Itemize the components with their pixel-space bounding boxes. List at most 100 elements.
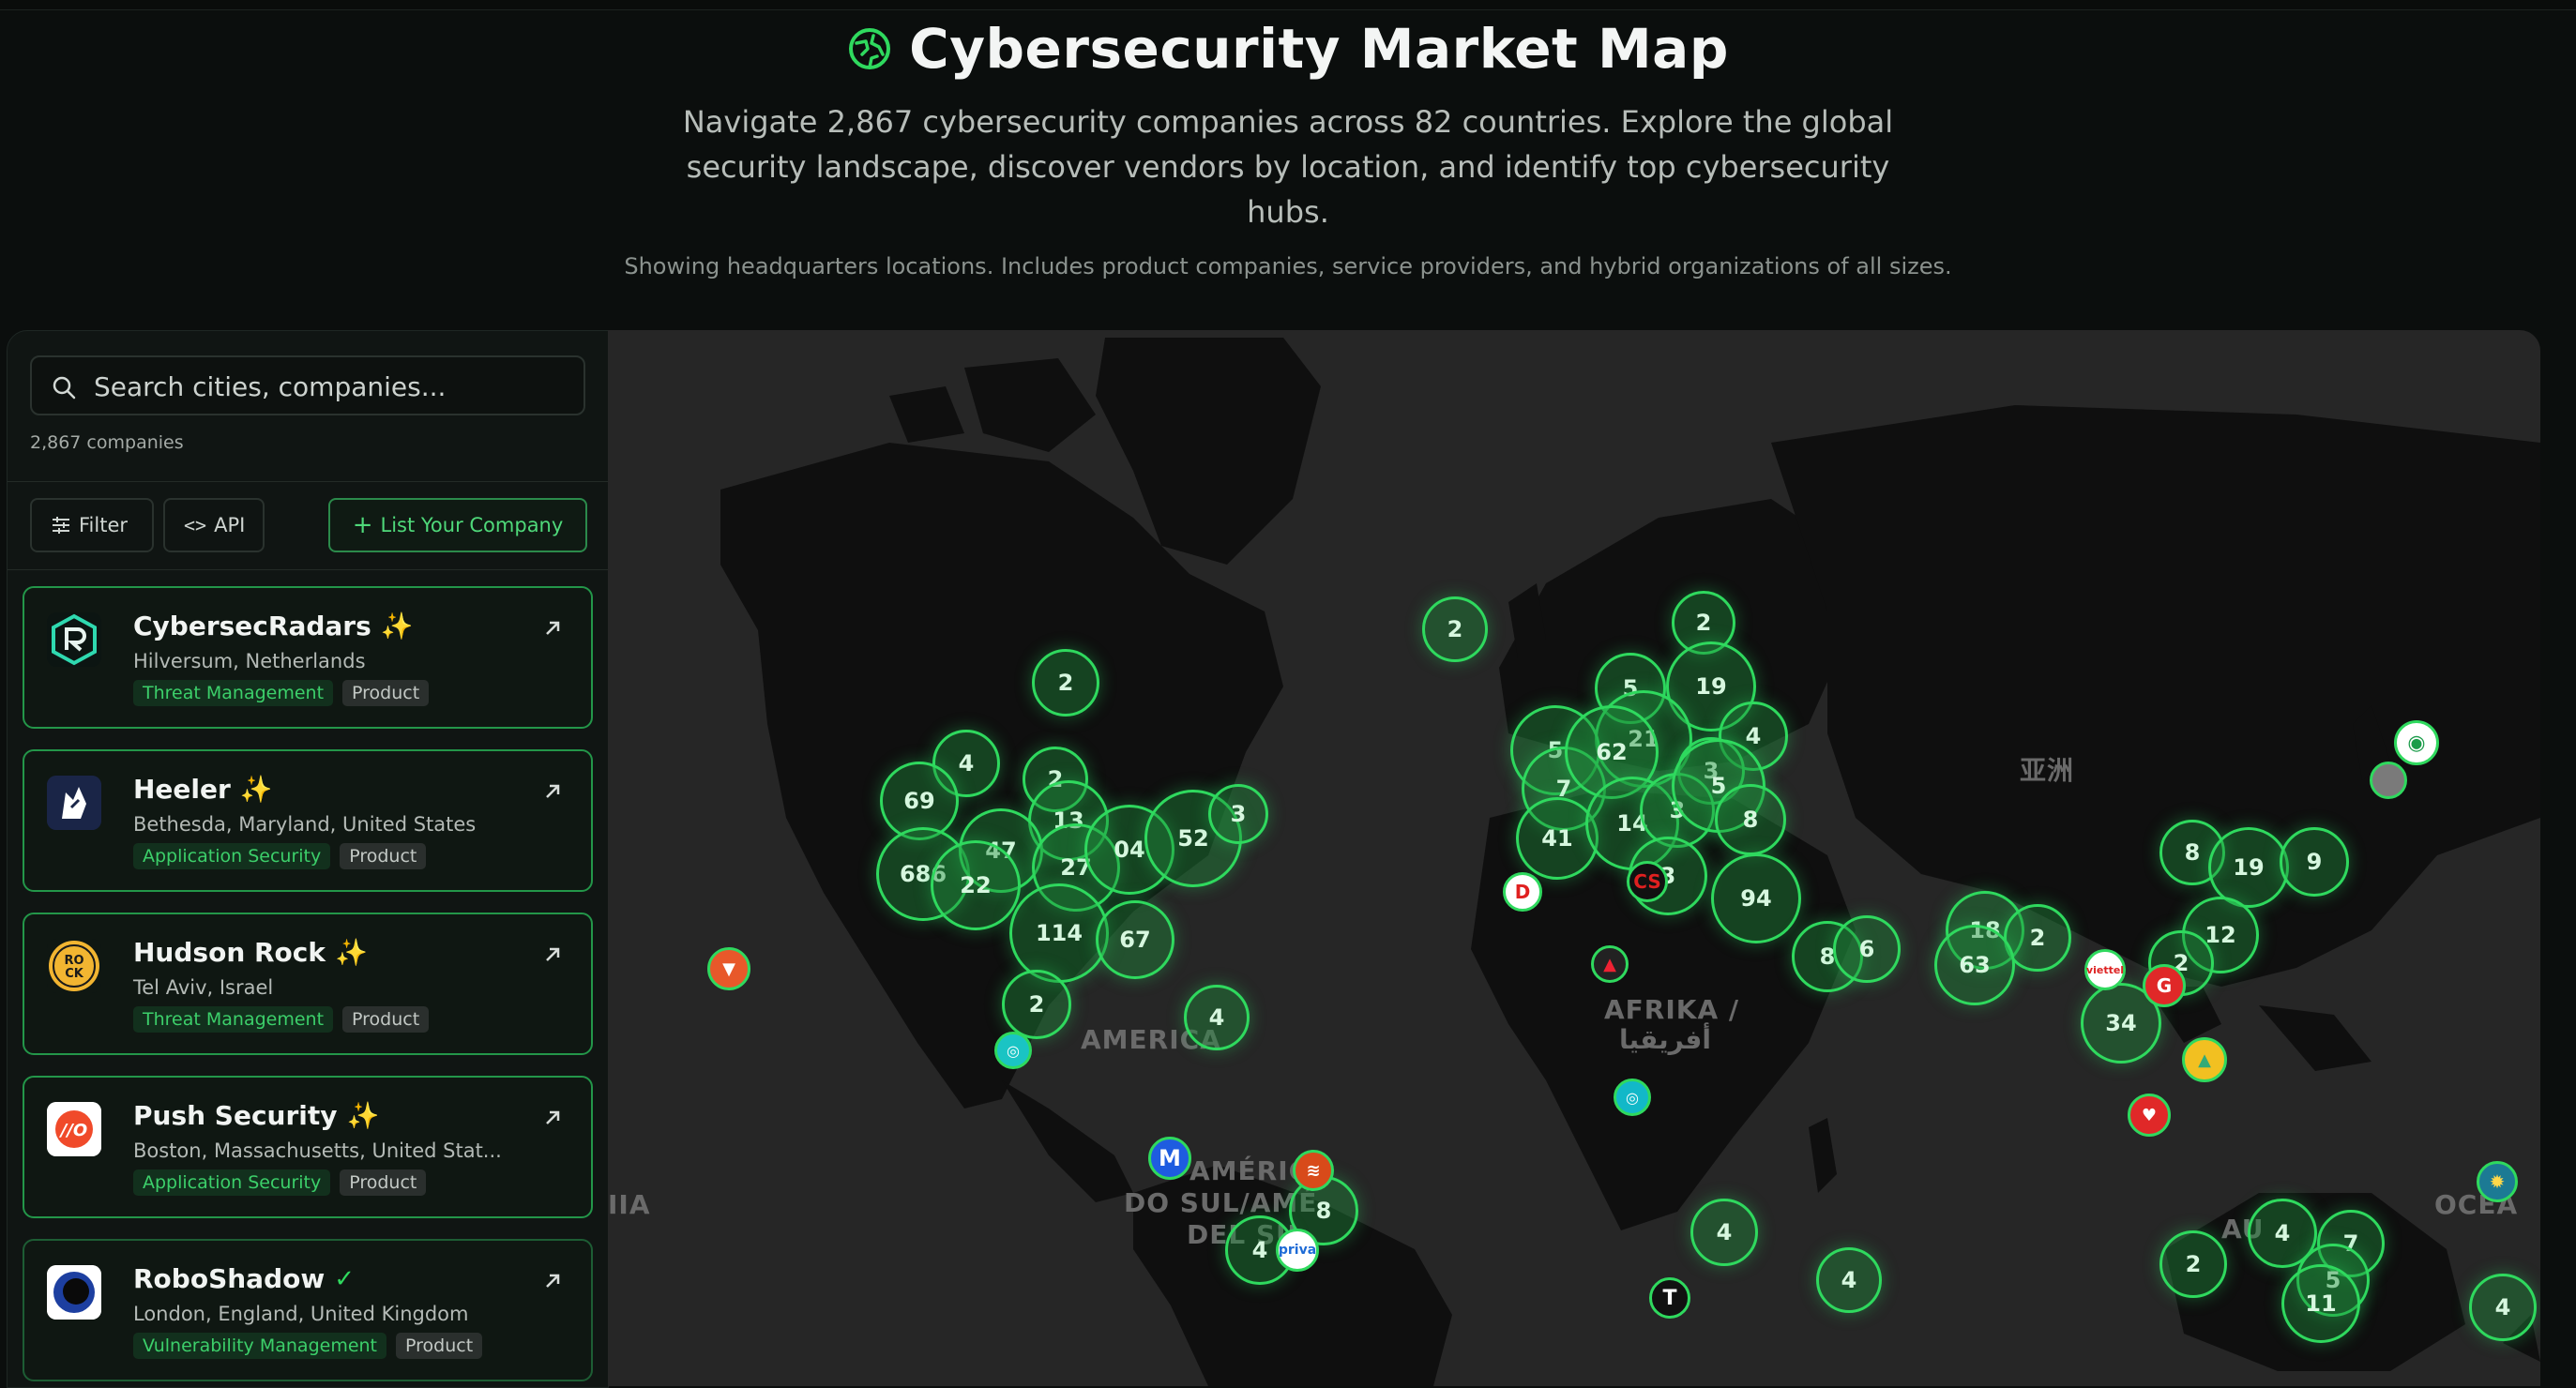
globe-shield-icon	[849, 28, 891, 69]
company-name: Push Security	[133, 1100, 338, 1131]
map-cluster[interactable]: 4	[2469, 1274, 2537, 1341]
sliders-icon	[53, 517, 69, 534]
sparkle-icon: ✨	[335, 937, 368, 968]
svg-text://O: //O	[59, 1121, 87, 1140]
map-cluster[interactable]: 11	[2281, 1264, 2360, 1343]
company-card-hudson-rock[interactable]: RO CK Hudson Rock ✨ Tel Aviv, Israel Thre…	[23, 913, 593, 1055]
heeler-logo	[47, 776, 101, 830]
company-pin-viettel[interactable]: viettel	[2084, 949, 2126, 990]
company-card-heeler[interactable]: Heeler ✨ Bethesda, Maryland, United State…	[23, 749, 593, 892]
company-location: Boston, Massachusetts, United Stat...	[133, 1139, 502, 1162]
search-input[interactable]	[92, 357, 574, 415]
world-map[interactable]: 亚洲 AFRIKA / أفريقيا AMÉRICA DO SUL/AMÉ D…	[608, 330, 2540, 1386]
company-pin-red-heart[interactable]: ♥	[2128, 1094, 2171, 1137]
company-pin-priva[interactable]: priva	[1276, 1229, 1319, 1272]
divider	[8, 481, 608, 482]
sparkle-icon: ✨	[380, 611, 414, 641]
api-button[interactable]: <> API	[163, 498, 265, 552]
company-pin-orange[interactable]: ≋	[1293, 1150, 1334, 1191]
company-pin-g-shield[interactable]: G	[2143, 964, 2186, 1007]
map-cluster[interactable]: 4	[1816, 1247, 1882, 1313]
external-link-icon[interactable]	[542, 618, 563, 639]
label-africa-2: أفريقيا	[1619, 1024, 1711, 1055]
company-pin-m[interactable]: M	[1148, 1137, 1191, 1180]
company-pin-eye[interactable]: ◉	[2394, 720, 2439, 765]
list-company-label: List Your Company	[380, 514, 564, 536]
external-link-icon[interactable]	[542, 1271, 563, 1291]
page-subtitle: Navigate 2,867 cybersecurity companies a…	[682, 104, 1894, 230]
company-tags: Application Security Product	[133, 1169, 427, 1196]
external-link-icon[interactable]	[542, 944, 563, 965]
verified-icon: ✓	[334, 1264, 356, 1293]
map-cluster[interactable]: 2	[1422, 596, 1488, 662]
company-pin-cyan[interactable]: ◎	[1614, 1079, 1651, 1116]
sparkle-icon: ✨	[239, 774, 273, 805]
company-location: Hilversum, Netherlands	[133, 650, 366, 672]
company-pin-grey[interactable]	[2370, 762, 2407, 799]
svg-text:CK: CK	[65, 967, 84, 981]
top-bar	[0, 0, 2576, 10]
company-pin-cs[interactable]: CS	[1627, 861, 1668, 902]
company-tags: Application Security Product	[133, 843, 427, 869]
category-tag: Threat Management	[133, 680, 334, 706]
external-link-icon[interactable]	[542, 781, 563, 802]
company-name-row: Heeler ✨	[133, 774, 273, 805]
company-card-roboshadow[interactable]: RoboShadow ✓ London, England, United King…	[23, 1239, 593, 1381]
external-link-icon[interactable]	[542, 1108, 563, 1128]
filter-button[interactable]: Filter	[30, 498, 154, 552]
company-location: Bethesda, Maryland, United States	[133, 813, 477, 836]
company-card-cybersecradars[interactable]: CybersecRadars ✨ Hilversum, Netherlands T…	[23, 586, 593, 729]
map-cluster[interactable]: 9	[2280, 827, 2349, 897]
api-label: API	[214, 514, 246, 536]
search-icon	[53, 376, 76, 400]
company-pin-rocket[interactable]: ▲	[1591, 945, 1629, 983]
svg-text:RO: RO	[64, 954, 83, 968]
company-pin-yellow[interactable]: ▲	[2182, 1037, 2227, 1082]
divider	[8, 569, 608, 570]
company-pin-bulb[interactable]: ✹	[2477, 1161, 2518, 1202]
map-cluster[interactable]: 6	[1833, 915, 1901, 983]
hudson-rock-logo: RO CK	[47, 939, 101, 993]
category-tag: Vulnerability Management	[133, 1333, 387, 1359]
company-pin-t[interactable]: T	[1649, 1277, 1690, 1319]
map-cluster[interactable]: 2	[1002, 970, 1071, 1039]
category-tag: Threat Management	[133, 1006, 334, 1033]
company-card-push-security[interactable]: //O Push Security ✨ Boston, Massachusetts…	[23, 1076, 593, 1218]
company-name: Heeler	[133, 774, 231, 805]
map-cluster[interactable]: 3	[1208, 784, 1268, 844]
map-cluster[interactable]: 41	[1516, 797, 1599, 880]
map-cluster[interactable]: 2	[2159, 1230, 2227, 1298]
sparkle-icon: ✨	[346, 1100, 380, 1131]
map-cluster[interactable]: 4	[1690, 1199, 1758, 1266]
label-left-edge: IIA	[608, 1189, 651, 1220]
type-tag: Product	[340, 843, 427, 869]
list-company-button[interactable]: + List Your Company	[328, 498, 587, 552]
map-cluster[interactable]: 67	[1096, 900, 1174, 979]
page-header: Cybersecurity Market Map	[0, 17, 2576, 81]
company-pin-teal[interactable]: ◎	[994, 1032, 1032, 1069]
company-name-row: Hudson Rock ✨	[133, 937, 368, 968]
company-count: 2,867 companies	[30, 432, 184, 453]
company-name-row: RoboShadow ✓	[133, 1263, 355, 1294]
company-tags: Threat Management Product	[133, 1006, 430, 1033]
company-location: Tel Aviv, Israel	[133, 976, 274, 999]
map-cluster[interactable]: 63	[1934, 925, 2015, 1005]
map-cluster[interactable]: 94	[1711, 853, 1801, 943]
company-name: RoboShadow	[133, 1263, 326, 1294]
company-pin-d[interactable]: D	[1503, 872, 1542, 912]
filter-label: Filter	[79, 514, 129, 536]
map-cluster[interactable]: 114	[1009, 883, 1109, 983]
sidebar: 2,867 companies Filter <> API + List You…	[7, 330, 609, 1388]
map-cluster[interactable]: 8	[1715, 784, 1786, 855]
map-cluster[interactable]: 2	[1032, 649, 1099, 717]
type-tag: Product	[342, 1006, 430, 1033]
company-name: CybersecRadars	[133, 611, 371, 641]
map-cluster[interactable]: 4	[1184, 985, 1250, 1050]
type-tag: Product	[396, 1333, 483, 1359]
company-pin-flame[interactable]: ▼	[707, 947, 750, 990]
company-name-row: Push Security ✨	[133, 1100, 379, 1131]
company-name-row: CybersecRadars ✨	[133, 611, 414, 641]
search-box[interactable]	[30, 355, 585, 415]
map-cluster[interactable]: 22	[931, 840, 1021, 930]
label-africa-1: AFRIKA /	[1604, 994, 1740, 1025]
